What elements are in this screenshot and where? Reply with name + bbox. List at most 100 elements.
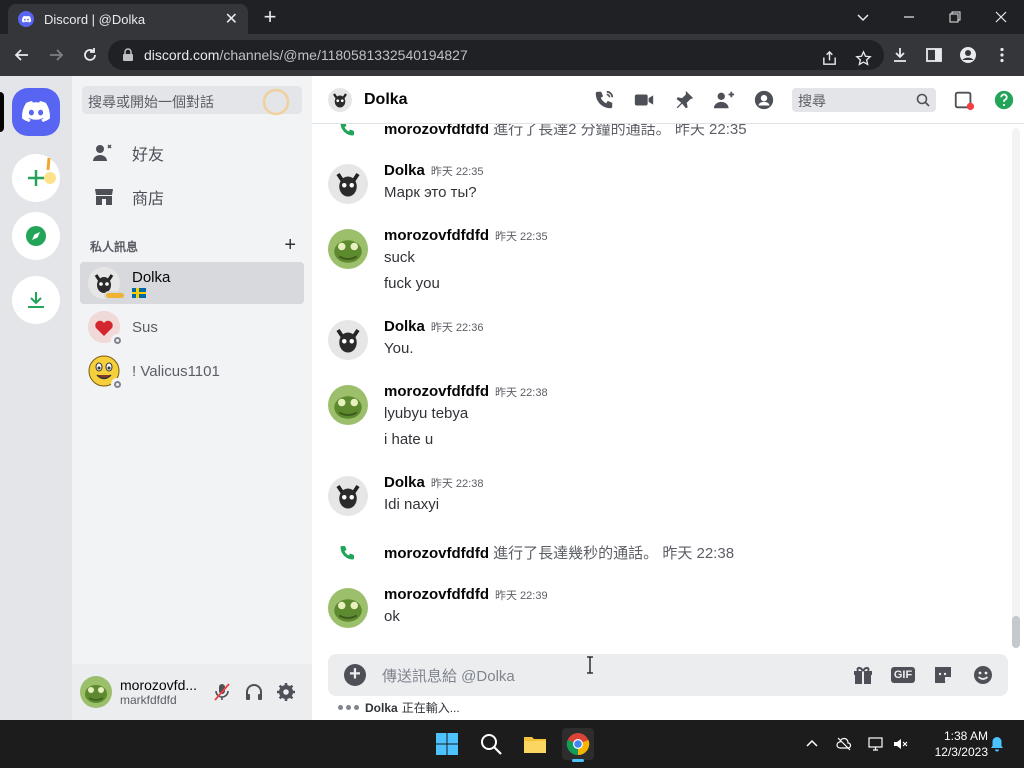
message-timestamp: 昨天 22:38 [662,545,735,562]
message-author[interactable]: Dolka [384,318,425,335]
user-username: markfdfdfd [120,693,177,707]
menu-kebab-icon[interactable] [988,39,1016,71]
dm-item-sus[interactable]: Sus [80,306,304,348]
bookmark-star-icon[interactable] [852,47,874,69]
chat-search-placeholder: 搜尋 [798,93,826,109]
tab-close-icon[interactable]: ✕ [225,9,238,29]
message-author[interactable]: morozovfdfdfd [384,124,489,138]
message-composer[interactable]: + 傳送訊息給 @Dolka GIF [328,654,1008,696]
back-arrow-icon[interactable] [6,39,38,71]
shop-icon [95,189,113,205]
message-scrollbar-track[interactable] [1012,128,1020,648]
message-author[interactable]: morozovfdfdfd [384,383,489,400]
volume-muted-icon[interactable] [890,734,910,754]
message-text: Марк это ты? [384,184,477,201]
gif-label: GIF [890,667,916,683]
explore-servers-button[interactable] [12,212,60,260]
message-author[interactable]: morozovfdfdfd [384,586,489,603]
sidebar-item-friends[interactable]: 好友 [80,132,304,174]
message-avatar[interactable] [328,588,368,628]
typing-dots-icon [338,705,359,710]
add-friends-to-dm-icon[interactable] [712,88,736,112]
restore-button[interactable] [932,0,978,34]
file-explorer-button[interactable] [519,728,551,760]
user-panel: morozovfd... markfdfdfd [72,664,312,720]
message-author[interactable]: morozovfdfdfd [384,545,489,562]
taskbar-clock[interactable]: 1:38 AM 12/3/2023 [918,728,988,760]
profile-icon[interactable] [954,39,982,71]
chrome-logo-icon [566,733,590,756]
notifications-bell-icon[interactable] [987,734,1007,754]
show-hidden-icons-chevron-icon[interactable] [802,734,822,754]
message-avatar[interactable] [328,229,368,269]
message-avatar[interactable] [328,320,368,360]
sticker-icon[interactable] [930,662,956,688]
user-avatar[interactable] [80,676,112,708]
network-icon[interactable] [866,734,886,754]
taskbar-search-button[interactable] [475,728,507,760]
help-icon[interactable] [992,88,1016,112]
reload-icon[interactable] [74,39,106,71]
compass-icon [26,226,46,246]
address-bar[interactable]: discord.com/channels/@me/118058133254019… [108,40,884,70]
user-profile-icon[interactable] [752,88,776,112]
message-timestamp: 昨天 22:36 [430,322,484,334]
tab-title: Discord | @Dolka [44,11,146,27]
direct-messages-home-button[interactable] [12,88,60,136]
dm-item-valicus1101[interactable]: ! Valicus1101 [80,350,304,392]
dm-name: Sus [132,318,158,336]
close-window-button[interactable] [978,0,1024,34]
add-server-button[interactable] [12,154,60,202]
browser-tab[interactable]: Discord | @Dolka ✕ [8,4,248,34]
gif-button[interactable]: GIF [890,662,916,688]
gear-icon [277,683,295,701]
discord-logo-icon [22,101,50,122]
tab-search-icon[interactable] [840,0,886,34]
download-icon[interactable] [886,39,914,71]
create-dm-plus-icon[interactable]: + [284,235,296,255]
start-video-call-icon[interactable] [632,88,656,112]
user-display-name: morozovfd... [120,677,198,693]
gift-icon[interactable] [850,662,876,688]
pinned-messages-icon[interactable] [672,88,696,112]
text-cursor-icon [587,656,593,674]
chrome-taskbar-button[interactable] [562,728,594,762]
share-icon[interactable] [818,47,840,69]
start-voice-call-icon[interactable] [592,88,616,112]
message-avatar[interactable] [328,476,368,516]
message-author[interactable]: Dolka [384,474,425,491]
lock-icon [123,48,133,61]
url-path: /channels/@me/1180581332540194827 [219,47,468,63]
user-settings-button[interactable] [270,676,302,708]
mute-microphone-button[interactable] [206,676,238,708]
download-apps-button[interactable] [12,276,60,324]
message-list: morozovfdfdfd 進行了長達2 分鐘的通話。 昨天 22:35 Dol… [312,124,1012,648]
attach-plus-button[interactable]: + [344,664,366,686]
selected-indicator [0,92,4,132]
minimize-button[interactable] [886,0,932,34]
search-icon [916,93,930,107]
message-author[interactable]: morozovfdfdfd [384,227,489,244]
deafen-button[interactable] [238,676,270,708]
sidebar-item-shop[interactable]: 商店 [80,176,304,218]
discord-favicon-icon [18,11,34,27]
message-author[interactable]: Dolka [384,162,425,179]
chat-search-input[interactable]: 搜尋 [792,88,936,112]
offline-status-icon [111,378,123,390]
search-icon [481,734,502,755]
onedrive-offline-icon[interactable] [834,734,854,754]
new-tab-button[interactable]: + [258,6,282,30]
message-scrollbar-thumb[interactable] [1012,616,1020,648]
side-panel-icon[interactable] [920,39,948,71]
forward-arrow-icon[interactable] [40,39,72,71]
message-input[interactable]: 傳送訊息給 @Dolka [382,665,850,686]
start-button[interactable] [431,728,463,760]
emoji-icon[interactable] [970,662,996,688]
message-avatar[interactable] [328,385,368,425]
avatar [88,355,123,390]
inbox-icon[interactable] [952,88,976,112]
message-avatar[interactable] [328,164,368,204]
dm-item-dolka[interactable]: Dolka [80,262,304,304]
typing-user: Dolka [365,700,398,715]
browser-toolbar: discord.com/channels/@me/118058133254019… [0,34,1024,76]
